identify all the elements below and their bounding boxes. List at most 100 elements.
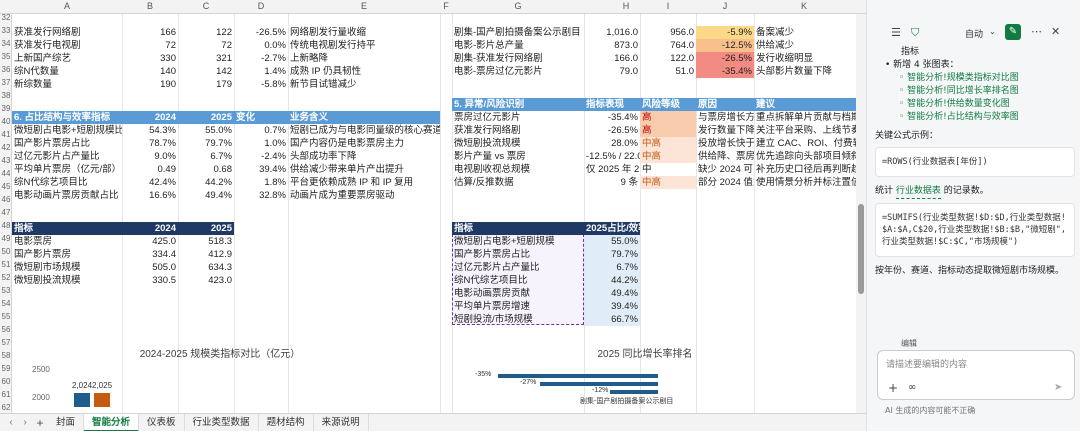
cell-value[interactable]: 79.7%	[178, 137, 234, 150]
cell-value[interactable]: 72	[178, 39, 234, 52]
cell-value[interactable]: 425.0	[122, 235, 178, 248]
more-icon[interactable]: ⋯	[1031, 25, 1042, 38]
row-number[interactable]: 56	[0, 325, 12, 334]
cell-label[interactable]: 新综数量	[12, 78, 122, 91]
row-number[interactable]: 59	[0, 364, 12, 373]
cell-value[interactable]: 0.7%	[234, 124, 288, 137]
row-number[interactable]: 45	[0, 182, 12, 191]
cell-label[interactable]: 票房过亿元影片	[452, 111, 584, 124]
scrollbar-thumb[interactable]	[858, 204, 864, 294]
col-f[interactable]: F	[440, 1, 452, 11]
row-number[interactable]: 48	[0, 221, 12, 230]
table-row[interactable]: 过亿元影片占产量比 6.7%	[452, 261, 640, 274]
cell-label[interactable]: 获准发行网络剧	[12, 26, 122, 39]
tab-theme-structure[interactable]: 题材结构	[259, 413, 314, 431]
cell-value[interactable]: 956.0	[640, 26, 696, 39]
header-cell[interactable]: 2024	[122, 222, 178, 235]
row-number[interactable]: 37	[0, 78, 12, 87]
header-cell[interactable]: 变化	[234, 111, 288, 124]
chart-bar[interactable]	[74, 393, 90, 407]
chart-bar[interactable]	[540, 382, 658, 386]
cell-value[interactable]: 1.4%	[234, 65, 288, 78]
row-number[interactable]: 33	[0, 26, 12, 35]
row-number[interactable]: 54	[0, 299, 12, 308]
header-cell[interactable]: 指标	[452, 222, 584, 235]
cell-label[interactable]: 综N代数量	[12, 65, 122, 78]
chart-link[interactable]: ◦ 智能分析!占比结构与效率图	[899, 111, 1075, 124]
cell-value[interactable]: -2.4%	[234, 150, 288, 163]
cell-label[interactable]: 国产影片票房	[12, 248, 122, 261]
tab-smart-analysis[interactable]: 智能分析	[84, 413, 140, 431]
cell-value[interactable]: 122	[178, 26, 234, 39]
tab-cover[interactable]: 封面	[48, 413, 85, 431]
cell-label[interactable]: 剧集-国产剧拍摄备案公示剧目	[452, 26, 584, 39]
row-number[interactable]: 61	[0, 390, 12, 399]
cell-label[interactable]: 综N代综艺项目比	[12, 176, 122, 189]
header-cell[interactable]: 2025	[178, 222, 234, 235]
cell-value[interactable]: 16.6%	[122, 189, 178, 202]
cell-note[interactable]: 短剧已成为与电影同量级的核心赛道	[288, 124, 440, 137]
header-cell[interactable]: 建议	[754, 98, 866, 111]
row-number[interactable]: 38	[0, 91, 12, 100]
row-number[interactable]: 42	[0, 143, 12, 152]
cell-label[interactable]: 短剧投流/市场规模	[452, 313, 584, 326]
row-number[interactable]: 44	[0, 169, 12, 178]
col-b[interactable]: B	[122, 1, 178, 11]
tab-prev-icon[interactable]: ‹	[4, 417, 18, 428]
row-number[interactable]: 35	[0, 52, 12, 61]
cell-value[interactable]: 179	[178, 78, 234, 91]
cell-value[interactable]: -12.5% / 22.0%	[584, 150, 640, 163]
cell-value[interactable]: 0.49	[122, 163, 178, 176]
prompt-input-box[interactable]: 请描述要编辑的内容 + ∞ ➤	[877, 350, 1075, 400]
cell-value[interactable]: 79.7%	[584, 248, 640, 261]
row-number[interactable]: 40	[0, 117, 12, 126]
cell-note[interactable]: 国产内容仍是电影票房主力	[288, 137, 440, 150]
cell-value[interactable]: 54.3%	[122, 124, 178, 137]
cell-value[interactable]: 0.0%	[234, 39, 288, 52]
cell-label[interactable]: 获准发行网络剧	[452, 124, 584, 137]
table-header[interactable]: 指标 2025占比/效率	[452, 222, 640, 235]
cell-label[interactable]: 国产影片票房占比	[452, 248, 584, 261]
table-row[interactable]: 综N代综艺项目比 44.2%	[452, 274, 640, 287]
chart-bar[interactable]	[498, 374, 658, 378]
chart-bar[interactable]	[610, 390, 658, 394]
link-icon[interactable]: ∞	[908, 382, 916, 393]
cell-note[interactable]: 供给减少带来单片产出提升	[288, 163, 440, 176]
table-row[interactable]: 微短剧占电影+短剧规模比 54.3% 55.0% 0.7% 短剧已成为与电影同量级的核心…	[12, 124, 440, 137]
chart-link[interactable]: ◦ 智能分析!同比增长率排名图	[899, 85, 1075, 98]
risk-level-cell[interactable]: 中高	[640, 176, 696, 189]
cell-label[interactable]: 影片产量 vs 票房	[452, 150, 584, 163]
chart-link[interactable]: ◦ 智能分析!规模类指标对比图	[899, 72, 1075, 85]
mode-label[interactable]: 自动	[965, 27, 983, 40]
cell-label[interactable]: 微短剧占电影+短剧规模	[452, 235, 584, 248]
cell-label[interactable]: 电影票房	[12, 235, 122, 248]
cell-label[interactable]: 综N代综艺项目比	[452, 274, 584, 287]
cell-label[interactable]: 过亿元影片占产量比	[452, 261, 584, 274]
cell-value[interactable]: 部分 2024 值为	[696, 176, 754, 189]
cell-value[interactable]: 166	[122, 26, 178, 39]
cell-value[interactable]: 44.2%	[178, 176, 234, 189]
chart-link[interactable]: ◦ 智能分析!供给数量变化图	[899, 98, 1075, 111]
table-row[interactable]: 过亿元影片占产量比 9.0% 6.7% -2.4% 头部成功率下降	[12, 150, 440, 163]
table-row[interactable]: 剧集-国产剧拍摄备案公示剧目 1,016.0 956.0 -5.9% 备案减少	[452, 26, 866, 39]
cell-label[interactable]: 微短剧市场规模	[12, 261, 122, 274]
cell-value[interactable]: -26.5%	[234, 26, 288, 39]
table-row[interactable]: 电影动画片票房贡献占比 16.6% 49.4% 32.8% 动画片成为重要票房驱动	[12, 189, 440, 202]
table-row[interactable]: 电影-票房过亿元影片 79.0 51.0 -35.4% 头部影片数量下降	[452, 65, 866, 78]
tab-industry-data[interactable]: 行业类型数据	[185, 413, 259, 431]
row-number[interactable]: 47	[0, 208, 12, 217]
cell-note[interactable]: 供给减少	[754, 39, 854, 52]
col-g[interactable]: G	[452, 1, 584, 11]
tab-next-icon[interactable]: ›	[18, 417, 32, 428]
cell-label[interactable]: 估算/反推数据	[452, 176, 584, 189]
table-row[interactable]: 国产影片票房 334.4 412.9	[12, 248, 234, 261]
table-row[interactable]: 电影动画票房贡献 49.4%	[452, 287, 640, 300]
cell-value[interactable]: 优先追踪向头部项目倾斜	[754, 150, 866, 163]
cell-value[interactable]: 1,016.0	[584, 26, 640, 39]
risk-level-cell[interactable]: 中高	[640, 137, 696, 150]
cell-note[interactable]: 发行收缩明显	[754, 52, 854, 65]
row-number[interactable]: 60	[0, 377, 12, 386]
cell-value[interactable]: 仅 2025 年 2.5(	[584, 163, 640, 176]
header-cell[interactable]: 指标表现	[584, 98, 640, 111]
cell-value[interactable]: 42.4%	[122, 176, 178, 189]
